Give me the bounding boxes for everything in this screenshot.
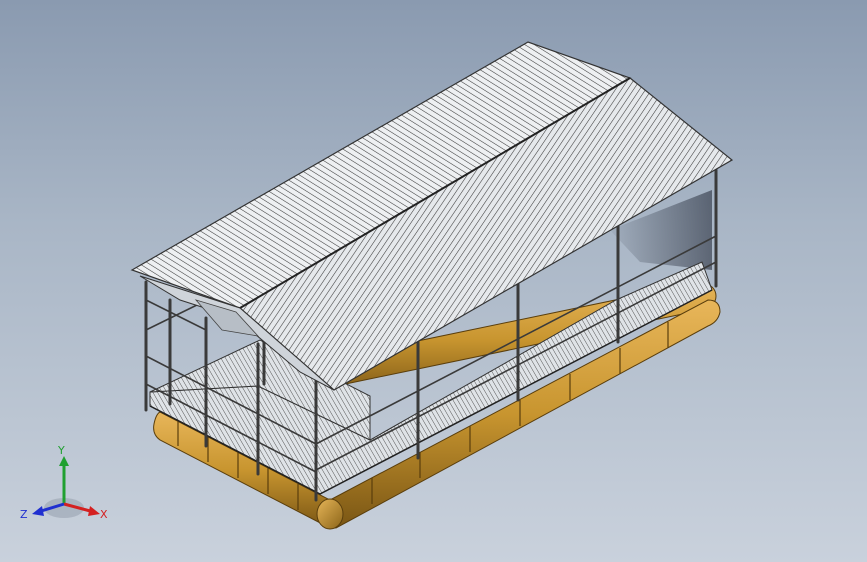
orientation-triad[interactable]: Y X Z xyxy=(18,442,118,532)
y-arrow-icon xyxy=(59,456,69,466)
graphics-viewport[interactable]: Y X Z xyxy=(0,0,867,562)
pontoon-end-cap xyxy=(316,498,344,530)
y-axis-label: Y xyxy=(57,444,65,457)
x-arrow-icon xyxy=(88,506,100,516)
z-axis-label: Z xyxy=(20,508,28,521)
z-arrow-icon xyxy=(32,506,44,516)
model-view[interactable] xyxy=(0,0,867,562)
x-axis-label: X xyxy=(100,508,108,521)
